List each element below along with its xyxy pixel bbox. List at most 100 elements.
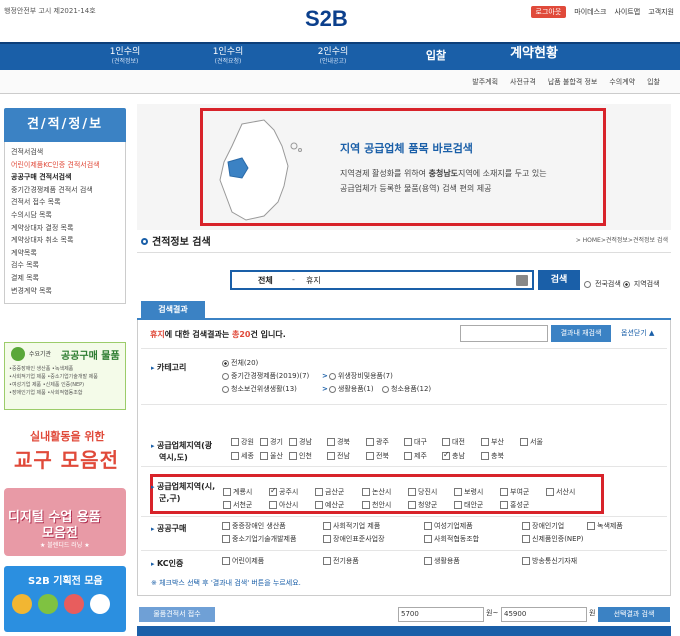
- price-search-button[interactable]: 선택결과 검색: [598, 607, 670, 622]
- price-min-input[interactable]: 5700: [398, 607, 484, 622]
- checkbox[interactable]: [442, 450, 450, 460]
- radio-option[interactable]: 청소보건위생생활(13): [222, 384, 297, 394]
- radio-button[interactable]: [382, 385, 389, 393]
- checkbox[interactable]: [442, 438, 450, 446]
- checkbox[interactable]: [424, 557, 432, 565]
- checkbox[interactable]: [231, 452, 239, 460]
- nav-notice[interactable]: 2인수의 (안내공고): [308, 47, 358, 67]
- checkbox[interactable]: [587, 522, 595, 530]
- subnav-bid[interactable]: 입찰: [647, 77, 660, 87]
- checkbox-option[interactable]: 공주시: [269, 486, 298, 497]
- nav-contract[interactable]: 계약현황: [504, 47, 564, 60]
- checkbox[interactable]: [222, 535, 230, 543]
- sidebar-item[interactable]: 결제 목록: [11, 272, 119, 285]
- checkbox-option[interactable]: 장애인기업: [522, 521, 564, 531]
- checkbox[interactable]: [323, 557, 331, 565]
- checkbox[interactable]: [260, 438, 268, 446]
- sidebar-item[interactable]: 공공구매 견적서검색: [11, 171, 119, 184]
- checkbox[interactable]: [315, 488, 323, 496]
- search-scope-select[interactable]: 전체: [258, 275, 273, 286]
- radio-button[interactable]: [222, 385, 229, 393]
- checkbox[interactable]: [269, 486, 277, 496]
- sidebar-item[interactable]: 중기간경쟁제품 견적서 검색: [11, 184, 119, 197]
- sidebar-item[interactable]: 계약상대자 취소 목록: [11, 234, 119, 247]
- checkbox-option[interactable]: 사회적기업 제품: [323, 521, 380, 531]
- checkbox-option[interactable]: 사회적협동조합: [424, 534, 479, 544]
- sidebar-item[interactable]: 견적서검색: [11, 146, 119, 159]
- checkbox[interactable]: [327, 438, 335, 446]
- checkbox[interactable]: [366, 452, 374, 460]
- checkbox-option[interactable]: 인천: [289, 451, 312, 461]
- logout-button[interactable]: 로그아웃: [530, 6, 567, 18]
- checkbox[interactable]: [546, 488, 554, 496]
- checkbox-option[interactable]: 아산시: [269, 500, 298, 510]
- radio-regional[interactable]: [622, 280, 630, 288]
- checkbox-option[interactable]: 신제품인증(NEP): [522, 534, 584, 544]
- checkbox[interactable]: [481, 438, 489, 446]
- checkbox-option[interactable]: 서울: [520, 437, 543, 447]
- checkbox[interactable]: [260, 452, 268, 460]
- checkbox-option[interactable]: 전북: [366, 451, 389, 461]
- checkbox[interactable]: [424, 522, 432, 530]
- checkbox-option[interactable]: 중증장애인 생산품: [222, 521, 286, 531]
- refine-search-button[interactable]: 결과내 재검색: [551, 325, 611, 342]
- sidebar-item[interactable]: 계약상대자 결정 목록: [11, 222, 119, 235]
- checkbox[interactable]: [289, 452, 297, 460]
- checkbox[interactable]: [231, 438, 239, 446]
- checkbox-option[interactable]: 중소기업기술개발제품: [222, 534, 296, 544]
- options-close-toggle[interactable]: 옵션닫기 ▲: [621, 328, 654, 338]
- nav-quote-request[interactable]: 1인수의 (견적요청): [203, 47, 253, 67]
- site-logo[interactable]: S2B: [305, 6, 348, 32]
- subnav-private[interactable]: 수의계약: [609, 77, 635, 87]
- search-input[interactable]: 전체 - 휴지: [230, 270, 534, 290]
- sidebar-item[interactable]: 검수 목록: [11, 259, 119, 272]
- nav-bid[interactable]: 입찰: [416, 50, 456, 61]
- checkbox-option[interactable]: 서산시: [546, 487, 575, 497]
- digital-class-banner[interactable]: 디지털 수업 용품 모음전 ★ 블렌디드 러닝 ★: [4, 488, 126, 556]
- checkbox[interactable]: [500, 488, 508, 496]
- checkbox-option[interactable]: 홍성군: [500, 500, 529, 510]
- sidebar-item[interactable]: 계약목록: [11, 247, 119, 260]
- checkbox[interactable]: [362, 488, 370, 496]
- checkbox-option[interactable]: 전기용품: [323, 556, 359, 566]
- checkbox[interactable]: [454, 488, 462, 496]
- exhibition-banner[interactable]: S2B 기획전 모음: [4, 566, 126, 632]
- checkbox[interactable]: [366, 438, 374, 446]
- checkbox-option[interactable]: 대전: [442, 437, 465, 447]
- checkbox-option[interactable]: 부산: [481, 437, 504, 447]
- tab-results[interactable]: 검색결과: [141, 301, 205, 319]
- support-link[interactable]: 고객지원: [648, 7, 674, 17]
- compare-button[interactable]: 물품견적서 접수: [139, 607, 215, 622]
- radio-option[interactable]: 중기간경쟁제품(2019)(7): [222, 371, 309, 381]
- nav-quote-info[interactable]: 1인수의 (견적정보): [100, 47, 150, 67]
- checkbox[interactable]: [362, 501, 370, 509]
- checkbox-option[interactable]: 논산시: [362, 487, 391, 497]
- checkbox-option[interactable]: 계룡시: [223, 487, 252, 497]
- checkbox-option[interactable]: 당진시: [408, 487, 437, 497]
- radio-button[interactable]: [328, 385, 336, 393]
- checkbox-option[interactable]: 녹색제품: [587, 521, 623, 531]
- radio-option[interactable]: > 위생장비및용품(7): [322, 371, 393, 381]
- checkbox-option[interactable]: 충남: [442, 450, 465, 461]
- radio-national[interactable]: [584, 280, 591, 288]
- sidebar-item[interactable]: 변경계약 목록: [11, 285, 119, 298]
- price-max-input[interactable]: 45900: [501, 607, 587, 622]
- checkbox-option[interactable]: 여성기업제품: [424, 521, 473, 531]
- checkbox[interactable]: [522, 535, 530, 543]
- checkbox-option[interactable]: 천안시: [362, 500, 391, 510]
- checkbox[interactable]: [408, 501, 416, 509]
- radio-button[interactable]: [222, 359, 229, 367]
- checkbox[interactable]: [323, 522, 331, 530]
- checkbox-option[interactable]: 광주: [366, 437, 389, 447]
- checkbox-option[interactable]: 전남: [327, 451, 350, 461]
- checkbox[interactable]: [315, 501, 323, 509]
- search-query[interactable]: 휴지: [306, 275, 321, 286]
- checkbox[interactable]: [520, 438, 528, 446]
- checkbox-option[interactable]: 어린이제품: [222, 556, 264, 566]
- checkbox-option[interactable]: 보령시: [454, 487, 483, 497]
- radio-button[interactable]: [328, 372, 336, 380]
- checkbox-option[interactable]: 경남: [289, 437, 312, 447]
- checkbox[interactable]: [454, 501, 462, 509]
- checkbox[interactable]: [522, 522, 530, 530]
- checkbox-option[interactable]: 서천군: [223, 500, 252, 510]
